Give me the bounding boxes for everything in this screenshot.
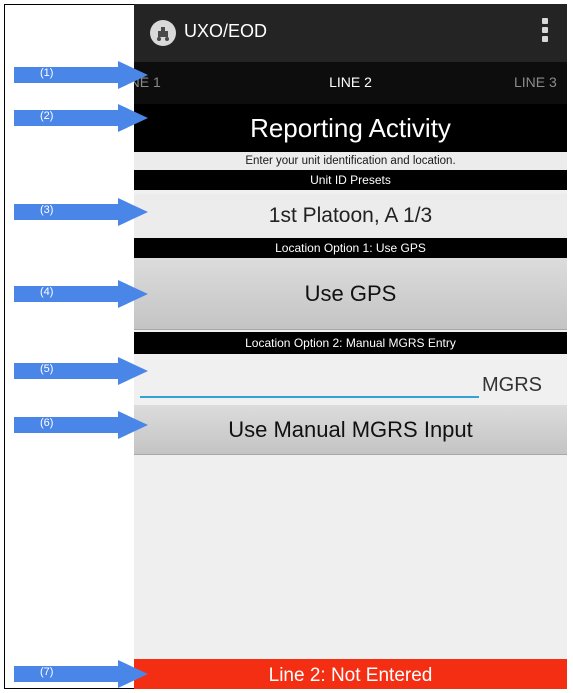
- overflow-menu-icon[interactable]: [541, 18, 549, 48]
- line-tab-strip[interactable]: LINE 1 LINE 2 LINE 3: [134, 62, 567, 104]
- callout-label: (5): [40, 363, 54, 375]
- empty-content-area: [134, 455, 567, 659]
- phone-screen: UXO/EOD LINE 1 LINE 2 LINE 3 Reporting A…: [134, 4, 567, 689]
- tab-line-2[interactable]: LINE 2: [134, 74, 567, 90]
- callout-arrow: (4): [14, 280, 148, 308]
- callout-label: (2): [40, 110, 54, 122]
- use-manual-mgrs-button[interactable]: Use Manual MGRS Input: [134, 405, 567, 455]
- mgrs-input[interactable]: [140, 366, 479, 398]
- mgrs-option-header: Location Option 2: Manual MGRS Entry: [134, 332, 567, 354]
- instructions-text: Enter your unit identification and locat…: [134, 152, 567, 170]
- callout-arrow: (3): [14, 198, 148, 226]
- callout-label: (4): [40, 286, 54, 298]
- mgrs-entry-row: MGRS: [134, 354, 567, 405]
- callout-arrow: (6): [14, 411, 148, 439]
- unit-presets-header: Unit ID Presets: [134, 170, 567, 190]
- callout-label: (1): [40, 67, 54, 79]
- unit-preset-spinner[interactable]: 1st Platoon, A 1/3: [134, 194, 567, 238]
- callout-label: (6): [40, 417, 54, 429]
- callout-arrow: (2): [14, 104, 148, 132]
- callout-label: (3): [40, 204, 54, 216]
- use-gps-button[interactable]: Use GPS: [134, 258, 567, 330]
- action-bar: UXO/EOD: [134, 4, 567, 62]
- callout-arrow: (7): [14, 660, 148, 688]
- gps-option-header: Location Option 1: Use GPS: [134, 238, 567, 258]
- app-title: UXO/EOD: [184, 21, 268, 41]
- eod-robot-icon: [150, 20, 176, 46]
- page-title: Reporting Activity: [134, 104, 567, 152]
- line-status-bar: Line 2: Not Entered: [134, 659, 567, 689]
- callout-arrow: (1): [14, 61, 148, 89]
- callout-arrow: (5): [14, 357, 148, 385]
- mgrs-label: MGRS: [482, 374, 542, 396]
- callout-label: (7): [40, 666, 54, 678]
- tab-line-3[interactable]: LINE 3: [514, 74, 557, 90]
